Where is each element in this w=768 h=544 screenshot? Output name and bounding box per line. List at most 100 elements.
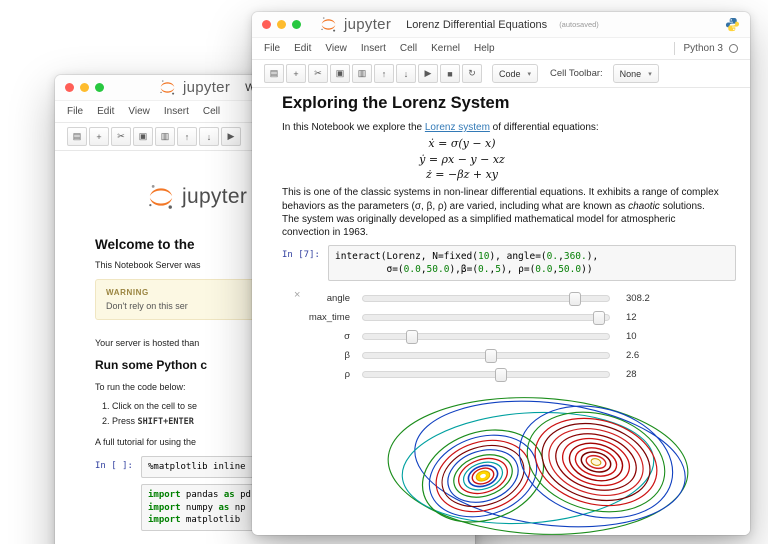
desktop: jupyter Welcome to P File Edit View Inse… xyxy=(0,0,768,544)
move-down-button[interactable]: ↓ xyxy=(396,64,416,83)
traffic-lights xyxy=(65,83,104,92)
slider-value: 2.6 xyxy=(626,350,640,362)
cut-cell-button[interactable]: ✂ xyxy=(111,127,131,146)
lorenz-attractor-plot xyxy=(387,397,689,535)
autosave-status: (autosaved) xyxy=(559,20,599,29)
interact-widget-area: × angle 308.2 max_time 12 σ 10 β 2.6 ρ 2… xyxy=(294,289,736,384)
copy-cell-button[interactable]: ▣ xyxy=(330,64,350,83)
intro-paragraph: In this Notebook we explore the Lorenz s… xyxy=(282,122,599,133)
move-down-button[interactable]: ↓ xyxy=(199,127,219,146)
kernel-idle-icon xyxy=(729,44,738,53)
slider-value: 28 xyxy=(626,369,637,381)
cell-toolbar-label: Cell Toolbar: xyxy=(550,68,603,79)
slider-row: ρ 28 xyxy=(298,365,736,384)
window-titlebar[interactable]: jupyter Lorenz Differential Equations (a… xyxy=(252,12,750,38)
restart-kernel-button[interactable]: ↻ xyxy=(462,64,482,83)
copy-cell-button[interactable]: ▣ xyxy=(133,127,153,146)
slider-label: angle xyxy=(326,293,350,305)
select-caret-icon: ▾ xyxy=(527,70,532,78)
lorenz-system-link[interactable]: Lorenz system xyxy=(425,122,490,133)
keyboard-shortcut: SHIFT+ENTER xyxy=(137,416,194,427)
kernel-indicator: Python 3 xyxy=(673,42,738,55)
equation-line: ż = −βz + xy xyxy=(425,167,498,181)
slider-value: 308.2 xyxy=(626,293,650,305)
move-up-button[interactable]: ↑ xyxy=(374,64,394,83)
slider-label: β xyxy=(344,350,350,362)
paste-cell-button[interactable]: ▥ xyxy=(155,127,175,146)
beta-slider[interactable] xyxy=(362,349,610,364)
add-cell-button[interactable]: + xyxy=(89,127,109,146)
jupyter-logo-icon xyxy=(160,80,175,95)
cell-prompt xyxy=(95,484,141,531)
slider-row: angle 308.2 xyxy=(298,289,736,308)
zoom-button[interactable] xyxy=(292,20,301,29)
menu-item-view[interactable]: View xyxy=(128,106,150,117)
cell-type-select[interactable]: Code ▾ xyxy=(492,64,539,83)
slider-handle[interactable] xyxy=(568,292,581,307)
menu-item-edit[interactable]: Edit xyxy=(97,106,114,117)
menu-item-file[interactable]: File xyxy=(67,106,83,117)
interrupt-kernel-button[interactable]: ■ xyxy=(440,64,460,83)
slider-label: σ xyxy=(344,331,350,343)
menu-item-view[interactable]: View xyxy=(325,43,347,54)
jupyter-logo-icon xyxy=(321,17,336,32)
rho-slider[interactable] xyxy=(362,368,610,383)
paste-cell-button[interactable]: ▥ xyxy=(352,64,372,83)
save-button[interactable]: ▤ xyxy=(67,127,87,146)
jupyter-brand-text: jupyter xyxy=(183,79,231,96)
menu-item-cell[interactable]: Cell xyxy=(203,106,220,117)
notebook-heading: Exploring the Lorenz System xyxy=(282,94,510,112)
run-cell-button[interactable]: ▶ xyxy=(418,64,438,83)
slider-row: max_time 12 xyxy=(298,308,736,327)
slider-row: σ 10 xyxy=(298,327,736,346)
run-cell-button[interactable]: ▶ xyxy=(221,127,241,146)
menu-item-help[interactable]: Help xyxy=(474,43,495,54)
body-paragraph: This is one of the classic systems in no… xyxy=(282,187,719,238)
cell-prompt: In [7]: xyxy=(282,250,320,261)
equation-block: ẋ = σ(y − x) ẏ = ρx − y − xz ż = −βz + x… xyxy=(292,136,632,182)
max-time-slider[interactable] xyxy=(362,311,610,326)
notebook-title: Lorenz Differential Equations xyxy=(406,18,548,31)
cell-toolbar-select[interactable]: None ▾ xyxy=(612,64,659,83)
code-cell-input[interactable]: interact(Lorenz, N=fixed(10), angle=(0.,… xyxy=(328,245,736,282)
menu-item-file[interactable]: File xyxy=(264,43,280,54)
slider-handle[interactable] xyxy=(593,311,606,326)
add-cell-button[interactable]: + xyxy=(286,64,306,83)
move-up-button[interactable]: ↑ xyxy=(177,127,197,146)
zoom-button[interactable] xyxy=(95,83,104,92)
jupyter-logo-icon xyxy=(149,184,173,209)
save-button[interactable]: ▤ xyxy=(264,64,284,83)
lorenz-notebook-window: jupyter Lorenz Differential Equations (a… xyxy=(252,12,750,535)
code-cell: In [7]: interact(Lorenz, N=fixed(10), an… xyxy=(282,245,736,282)
slider-handle[interactable] xyxy=(406,330,419,345)
jupyter-logo-text: jupyter xyxy=(182,185,248,208)
widget-close-icon[interactable]: × xyxy=(294,290,300,301)
select-caret-icon: ▾ xyxy=(648,70,652,78)
close-button[interactable] xyxy=(262,20,271,29)
notebook-toolbar: ▤ + ✂ ▣ ▥ ↑ ↓ ▶ ■ ↻ Code ▾ Cell Toolbar:… xyxy=(252,60,750,88)
menu-item-kernel[interactable]: Kernel xyxy=(431,43,460,54)
python-logo-icon xyxy=(725,17,740,32)
menu-item-insert[interactable]: Insert xyxy=(361,43,386,54)
angle-slider[interactable] xyxy=(362,292,610,307)
minimize-button[interactable] xyxy=(80,83,89,92)
jupyter-brand-text: jupyter xyxy=(344,16,392,33)
slider-handle[interactable] xyxy=(484,349,497,364)
slider-row: β 2.6 xyxy=(298,346,736,365)
slider-label: ρ xyxy=(344,369,350,381)
minimize-button[interactable] xyxy=(277,20,286,29)
menu-item-cell[interactable]: Cell xyxy=(400,43,417,54)
slider-label: max_time xyxy=(308,312,350,324)
slider-value: 10 xyxy=(626,331,637,343)
sigma-slider[interactable] xyxy=(362,330,610,345)
slider-handle[interactable] xyxy=(494,368,507,383)
cell-prompt: In [ ]: xyxy=(95,460,133,471)
equation-line: ẏ = ρx − y − xz xyxy=(419,152,505,166)
slider-value: 12 xyxy=(626,312,637,324)
menu-bar: File Edit View Insert Cell Kernel Help P… xyxy=(252,38,750,60)
cut-cell-button[interactable]: ✂ xyxy=(308,64,328,83)
menu-item-insert[interactable]: Insert xyxy=(164,106,189,117)
menu-item-edit[interactable]: Edit xyxy=(294,43,311,54)
close-button[interactable] xyxy=(65,83,74,92)
traffic-lights xyxy=(262,20,301,29)
